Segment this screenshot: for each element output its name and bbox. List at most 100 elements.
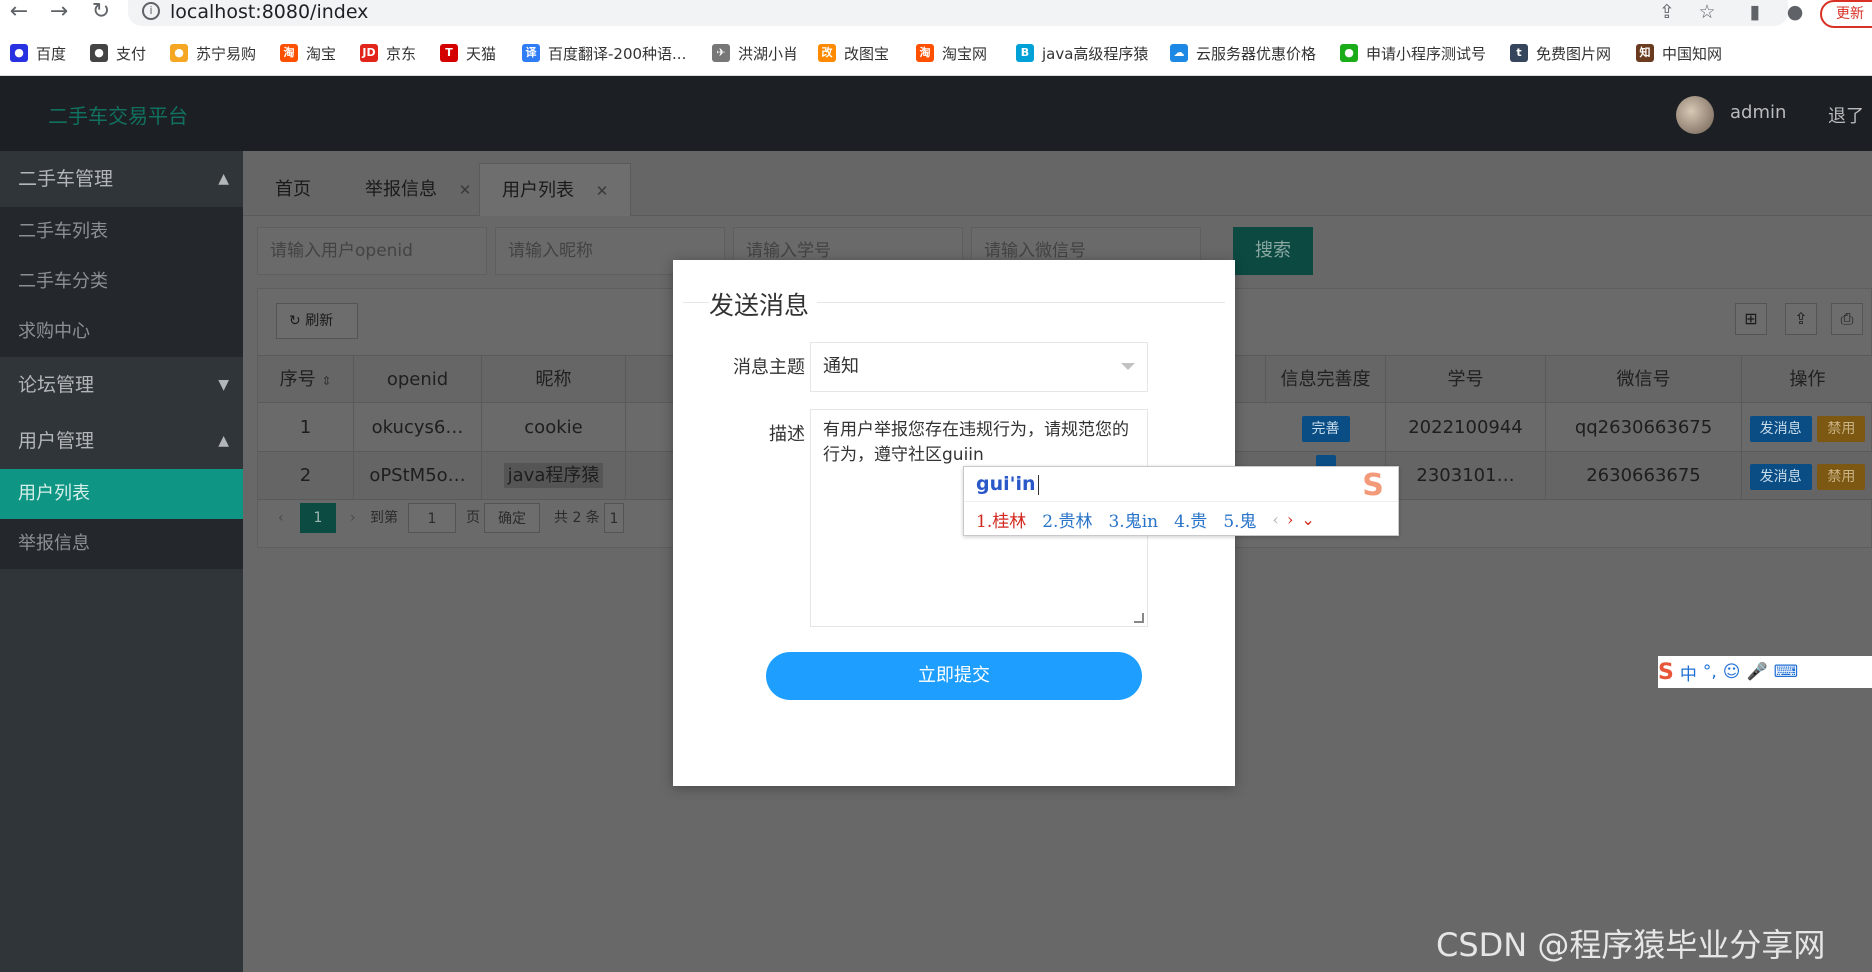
cell-index: 1 bbox=[258, 404, 354, 452]
column-header-completeness: 信息完善度 bbox=[1266, 356, 1386, 404]
profile-icon[interactable]: ● bbox=[1782, 0, 1808, 26]
prev-page-icon[interactable]: ‹ bbox=[278, 503, 284, 533]
ime-candidate[interactable]: 4.贵 bbox=[1174, 507, 1207, 532]
goto-confirm-button[interactable]: 确定 bbox=[484, 503, 540, 533]
ime-punctuation-icon[interactable]: °, bbox=[1703, 662, 1717, 682]
bookmark-star-icon[interactable]: ☆ bbox=[1694, 0, 1720, 26]
sidebar-group-forum-management[interactable]: 论坛管理 ▼ bbox=[0, 357, 243, 413]
ime-candidate[interactable]: 3.鬼in bbox=[1108, 507, 1158, 532]
bookmark-item[interactable]: ● 支付 bbox=[90, 42, 146, 64]
avatar[interactable] bbox=[1676, 96, 1714, 134]
column-header-index[interactable]: 序号 ⇕ bbox=[258, 356, 354, 404]
resize-handle-icon[interactable] bbox=[1134, 613, 1144, 623]
caret-down-icon: ▼ bbox=[218, 377, 229, 393]
export-icon[interactable]: ⇪ bbox=[1785, 303, 1817, 335]
back-arrow-icon[interactable]: ← bbox=[4, 0, 34, 26]
bookmark-item[interactable]: 淘淘宝网 bbox=[916, 42, 987, 64]
bookmark-item[interactable]: JD 京东 bbox=[360, 42, 416, 64]
ban-button[interactable]: 禁用 bbox=[1817, 416, 1866, 442]
tab-report-info[interactable]: 举报信息 ✕ bbox=[343, 163, 493, 216]
bookmark-item[interactable]: 译百度翻译-200种语... bbox=[522, 42, 686, 64]
openid-input[interactable]: 请输入用户openid bbox=[257, 227, 487, 275]
refresh-icon: ↻ bbox=[289, 313, 306, 329]
goto-page-input[interactable]: 1 bbox=[408, 503, 456, 533]
forward-arrow-icon[interactable]: → bbox=[44, 0, 74, 26]
send-message-button[interactable]: 发消息 bbox=[1749, 464, 1812, 490]
url-text[interactable]: localhost:8080/index bbox=[170, 1, 368, 23]
ime-microphone-icon[interactable]: 🎤 bbox=[1747, 662, 1768, 682]
ime-prev-icon[interactable]: ‹ bbox=[1273, 510, 1279, 529]
user-name[interactable]: admin bbox=[1730, 102, 1786, 123]
column-header-openid: openid bbox=[354, 356, 482, 404]
bookmark-label: 免费图片网 bbox=[1536, 44, 1612, 63]
bookmark-item[interactable]: Bjava高级程序猿 bbox=[1016, 42, 1148, 64]
column-header-student-id: 学号 bbox=[1386, 356, 1546, 404]
side-panel-icon[interactable]: ▮ bbox=[1742, 0, 1768, 26]
cell-student-id: 2022100944 bbox=[1386, 404, 1546, 452]
text-caret bbox=[1037, 474, 1039, 495]
sidebar-item-car-list[interactable]: 二手车列表 bbox=[0, 207, 243, 257]
ime-expand-icon[interactable]: ⌄ bbox=[1301, 510, 1314, 529]
next-page-icon[interactable]: › bbox=[350, 503, 356, 533]
submit-button[interactable]: 立即提交 bbox=[766, 652, 1142, 700]
bookmark-item[interactable]: 改改图宝 bbox=[818, 42, 889, 64]
bookmark-label: java高级程序猿 bbox=[1042, 44, 1149, 63]
app-title[interactable]: 二手车交易平台 bbox=[48, 100, 188, 129]
sidebar-item-user-list[interactable]: 用户列表 bbox=[0, 469, 243, 519]
ime-candidate[interactable]: 2.贵林 bbox=[1042, 507, 1092, 532]
browser-toolbar: ← → ↻ i localhost:8080/index ⇪ ☆ ▮ ● 更新 bbox=[0, 0, 1872, 28]
ime-keyboard-icon[interactable]: ⌨ bbox=[1774, 662, 1799, 682]
ime-composition-text: gui'in bbox=[976, 473, 1036, 495]
close-icon[interactable]: ✕ bbox=[459, 181, 472, 199]
page-number-current[interactable]: 1 bbox=[300, 503, 336, 533]
ime-candidate[interactable]: 1.桂林 bbox=[976, 507, 1026, 532]
bookmark-label: 中国知网 bbox=[1662, 44, 1723, 63]
close-icon[interactable]: ✕ bbox=[596, 182, 609, 200]
ime-candidate[interactable]: 5.鬼 bbox=[1223, 507, 1256, 532]
sidebar-group-label: 用户管理 bbox=[18, 430, 95, 452]
print-icon[interactable]: ⎙ bbox=[1831, 303, 1863, 335]
sidebar-group-user-management[interactable]: 用户管理 ▲ bbox=[0, 413, 243, 469]
bookmark-item[interactable]: ● 百度 bbox=[10, 42, 66, 64]
ime-emoji-icon[interactable]: ☺ bbox=[1723, 662, 1741, 682]
site-info-icon[interactable]: i bbox=[142, 2, 160, 20]
column-header-label: 序号 bbox=[279, 369, 316, 390]
sogou-logo-icon[interactable]: S bbox=[1658, 660, 1674, 685]
refresh-button[interactable]: ↻ 刷新 bbox=[276, 303, 358, 339]
reload-icon[interactable]: ↻ bbox=[86, 0, 116, 26]
search-button[interactable]: 搜索 bbox=[1233, 227, 1313, 275]
tab-user-list[interactable]: 用户列表 ✕ bbox=[479, 163, 632, 216]
bookmark-item[interactable]: t 免费图片网 bbox=[1510, 42, 1611, 64]
bookmark-item[interactable]: 知中国知网 bbox=[1636, 42, 1722, 64]
taobaowang-icon: 淘 bbox=[916, 44, 934, 62]
sidebar-item-report-info[interactable]: 举报信息 bbox=[0, 519, 243, 569]
sort-icon[interactable]: ⇕ bbox=[321, 374, 331, 388]
bookmark-label: 京东 bbox=[386, 44, 417, 63]
sidebar-item-purchase-center[interactable]: 求购中心 bbox=[0, 307, 243, 357]
gaitubao-icon: 改 bbox=[818, 44, 836, 62]
tab-home[interactable]: 首页 bbox=[253, 163, 333, 216]
sidebar-group-car-management[interactable]: 二手车管理 ▲ bbox=[0, 151, 243, 207]
bookmark-item[interactable]: T 天猫 bbox=[440, 42, 496, 64]
bookmark-item[interactable]: 淘淘宝 bbox=[280, 42, 336, 64]
update-button[interactable]: 更新 bbox=[1820, 0, 1872, 28]
watermark: CSDN @程序猿毕业分享网 bbox=[1436, 926, 1826, 964]
topic-select[interactable]: 通知 bbox=[810, 342, 1148, 392]
page-size-select[interactable]: 1 bbox=[604, 503, 624, 533]
ime-mode-chinese[interactable]: 中 bbox=[1680, 660, 1697, 685]
bookmark-label: 云服务器优惠价格 bbox=[1196, 44, 1317, 63]
sidebar-item-car-category[interactable]: 二手车分类 bbox=[0, 257, 243, 307]
bookmark-item[interactable]: ✈ 洪湖小肖 bbox=[712, 42, 798, 64]
bilibili-icon: B bbox=[1016, 44, 1034, 62]
bookmark-item[interactable]: ☁ 云服务器优惠价格 bbox=[1170, 42, 1316, 64]
share-icon[interactable]: ⇪ bbox=[1654, 0, 1680, 26]
ime-next-icon[interactable]: › bbox=[1287, 510, 1293, 529]
columns-icon[interactable]: ⊞ bbox=[1735, 303, 1767, 335]
address-bar[interactable]: i localhost:8080/index bbox=[128, 0, 1788, 26]
ban-button[interactable]: 禁用 bbox=[1817, 464, 1866, 490]
logout-link[interactable]: 退了 bbox=[1828, 102, 1864, 128]
bookmark-item[interactable]: ● 苏宁易购 bbox=[170, 42, 256, 64]
send-message-button[interactable]: 发消息 bbox=[1749, 416, 1812, 442]
tab-label: 首页 bbox=[275, 179, 311, 200]
bookmark-item[interactable]: ● 申请小程序测试号 bbox=[1340, 42, 1486, 64]
